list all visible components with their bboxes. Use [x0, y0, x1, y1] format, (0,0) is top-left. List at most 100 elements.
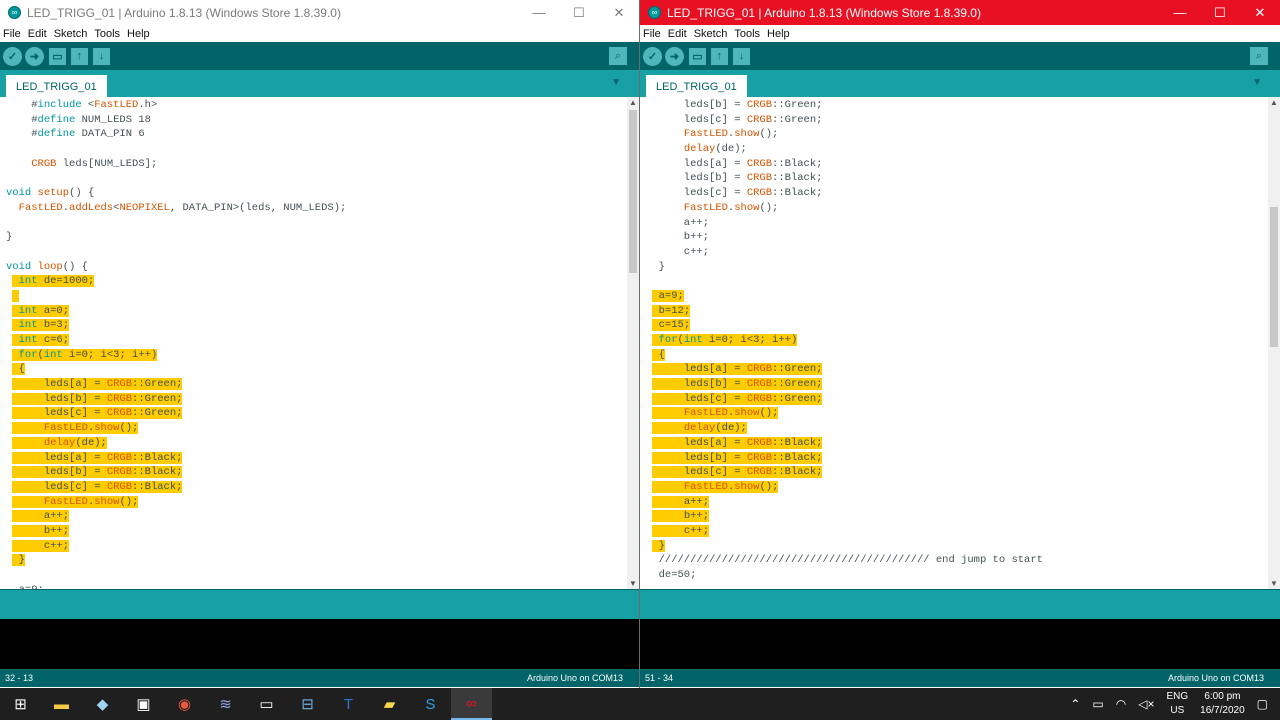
code-line[interactable]: a++; — [6, 509, 625, 524]
tab-sketch[interactable]: LED_TRIGG_01 — [646, 75, 747, 97]
code-line[interactable] — [6, 289, 625, 304]
menu-sketch[interactable]: Sketch — [54, 28, 88, 40]
code-line[interactable]: leds[c] = CRGB::Green; — [646, 392, 1266, 407]
verify-button[interactable]: ✓ — [643, 46, 662, 66]
code-line[interactable]: leds[b] = CRGB::Green; — [6, 392, 625, 407]
code-line[interactable]: leds[c] = CRGB::Black; — [646, 465, 1266, 480]
code-editor[interactable]: #include <FastLED.h> #define NUM_LEDS 18… — [0, 97, 639, 589]
code-line[interactable]: leds[a] = CRGB::Black; — [6, 451, 625, 466]
code-line[interactable] — [6, 142, 625, 157]
code-line[interactable]: leds[c] = CRGB::Black; — [6, 480, 625, 495]
code-line[interactable]: #include <FastLED.h> — [6, 98, 625, 113]
menu-tools[interactable]: Tools — [734, 28, 760, 40]
terminal-icon[interactable]: ▭ — [246, 688, 287, 720]
menu-edit[interactable]: Edit — [28, 28, 47, 40]
menu-file[interactable]: File — [643, 28, 661, 40]
maximize-button[interactable]: ☐ — [559, 0, 599, 25]
code-line[interactable]: } — [646, 539, 1266, 554]
wifi-icon[interactable]: ◠ — [1116, 697, 1126, 711]
code-line[interactable]: c++; — [646, 524, 1266, 539]
code-line[interactable] — [6, 568, 625, 583]
code-line[interactable]: leds[c] = CRGB::Green; — [6, 406, 625, 421]
code-line[interactable]: FastLED.show(); — [6, 495, 625, 510]
code-line[interactable]: #define NUM_LEDS 18 — [6, 113, 625, 128]
minimize-button[interactable]: — — [519, 0, 559, 25]
menu-help[interactable]: Help — [767, 28, 790, 40]
code-editor[interactable]: leds[b] = CRGB::Green; leds[c] = CRGB::G… — [640, 97, 1280, 589]
code-line[interactable]: FastLED.show(); — [646, 201, 1266, 216]
code-area[interactable]: #include <FastLED.h> #define NUM_LEDS 18… — [6, 98, 625, 589]
code-line[interactable]: leds[a] = CRGB::Black; — [646, 157, 1266, 172]
code-line[interactable]: delay(de); — [6, 436, 625, 451]
code-line[interactable]: int a=0; — [6, 304, 625, 319]
code-line[interactable]: a=9; — [646, 289, 1266, 304]
code-line[interactable]: FastLED.show(); — [646, 406, 1266, 421]
minimize-button[interactable]: — — [1160, 0, 1200, 25]
text-editor-icon[interactable]: T — [328, 688, 369, 720]
serial-monitor-button[interactable]: ⌕ — [1250, 47, 1268, 65]
code-line[interactable]: int de=1000; — [6, 274, 625, 289]
menu-tools[interactable]: Tools — [94, 28, 120, 40]
code-line[interactable]: delay(de); — [646, 421, 1266, 436]
code-line[interactable] — [6, 245, 625, 260]
code-line[interactable] — [6, 171, 625, 186]
code-line[interactable]: c=15; — [646, 318, 1266, 333]
volume-mute-icon[interactable]: ◁× — [1138, 697, 1154, 711]
menu-edit[interactable]: Edit — [668, 28, 687, 40]
tab-sketch[interactable]: LED_TRIGG_01 — [6, 75, 107, 97]
skype-icon[interactable]: S — [410, 688, 451, 720]
menu-sketch[interactable]: Sketch — [694, 28, 728, 40]
code-line[interactable]: b++; — [646, 230, 1266, 245]
scroll-up-icon[interactable]: ▲ — [627, 98, 639, 107]
serial-monitor-button[interactable]: ⌕ — [609, 47, 627, 65]
open-button[interactable]: ↑ — [711, 47, 728, 65]
menu-file[interactable]: File — [3, 28, 21, 40]
code-line[interactable] — [6, 216, 625, 231]
chevron-up-icon[interactable]: ⌃ — [1070, 697, 1080, 711]
new-button[interactable]: ▭ — [49, 47, 66, 65]
code-line[interactable]: c++; — [6, 539, 625, 554]
code-line[interactable]: ////////////////////////////////////////… — [646, 553, 1266, 568]
code-line[interactable]: FastLED.show(); — [646, 480, 1266, 495]
code-line[interactable]: b++; — [6, 524, 625, 539]
scroll-down-icon[interactable]: ▼ — [627, 579, 639, 588]
code-line[interactable]: { — [6, 362, 625, 377]
code-line[interactable]: FastLED.addLeds<NEOPIXEL, DATA_PIN>(leds… — [6, 201, 625, 216]
code-line[interactable]: for(int i=0; i<3; i++) — [646, 333, 1266, 348]
vertical-scrollbar[interactable]: ▲ ▼ — [627, 97, 639, 589]
code-line[interactable]: a++; — [646, 216, 1266, 231]
title-bar[interactable]: ∞ LED_TRIGG_01 | Arduino 1.8.13 (Windows… — [640, 0, 1280, 25]
code-line[interactable]: void loop() { — [6, 260, 625, 275]
file-explorer-icon[interactable]: ▬ — [41, 688, 82, 720]
code-line[interactable]: } — [646, 260, 1266, 275]
code-line[interactable]: CRGB leds[NUM_LEDS]; — [6, 157, 625, 172]
code-line[interactable]: leds[a] = CRGB::Black; — [646, 436, 1266, 451]
code-line[interactable]: FastLED.show(); — [646, 127, 1266, 142]
code-line[interactable]: } — [6, 553, 625, 568]
tab-menu-icon[interactable]: ▼ — [1252, 77, 1262, 88]
code-line[interactable]: for(int i=0; i<3; i++) — [6, 348, 625, 363]
code-line[interactable]: leds[a] = CRGB::Green; — [6, 377, 625, 392]
code-line[interactable]: leds[a] = CRGB::Green; — [646, 362, 1266, 377]
title-bar[interactable]: ∞ LED_TRIGG_01 | Arduino 1.8.13 (Windows… — [0, 0, 639, 25]
language-indicator[interactable]: ENG US — [1166, 690, 1188, 718]
code-line[interactable]: leds[b] = CRGB::Black; — [6, 465, 625, 480]
network-app-icon[interactable]: ⊟ — [287, 688, 328, 720]
chrome-icon[interactable]: ◉ — [164, 688, 205, 720]
sticky-notes-icon[interactable]: ▰ — [369, 688, 410, 720]
code-line[interactable]: leds[c] = CRGB::Black; — [646, 186, 1266, 201]
maximize-button[interactable]: ☐ — [1200, 0, 1240, 25]
code-line[interactable]: de=50; — [646, 568, 1266, 583]
arduino-icon[interactable]: ∞ — [451, 688, 492, 720]
code-line[interactable]: a++; — [646, 495, 1266, 510]
upload-button[interactable]: ➜ — [25, 46, 44, 66]
code-line[interactable]: b++; — [646, 509, 1266, 524]
upload-button[interactable]: ➜ — [665, 46, 684, 66]
code-line[interactable]: b=12; — [646, 304, 1266, 319]
code-line[interactable]: leds[b] = CRGB::Green; — [646, 98, 1266, 113]
code-line[interactable]: c++; — [646, 245, 1266, 260]
code-line[interactable]: delay(de); — [646, 142, 1266, 157]
open-button[interactable]: ↑ — [71, 47, 88, 65]
scroll-up-icon[interactable]: ▲ — [1268, 98, 1280, 107]
scroll-down-icon[interactable]: ▼ — [1268, 579, 1280, 588]
